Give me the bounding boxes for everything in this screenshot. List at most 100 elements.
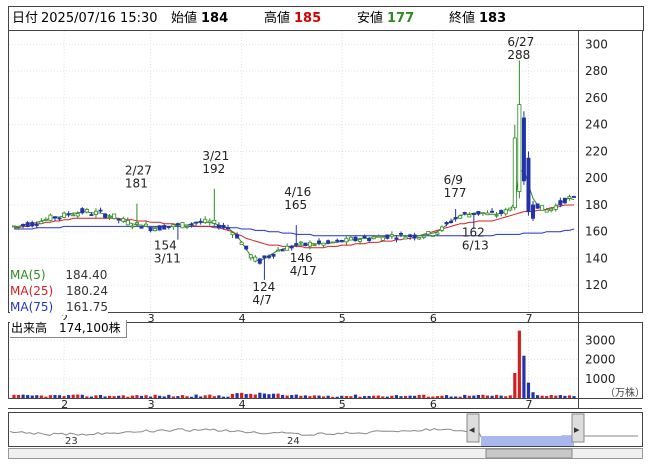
annotation-date: 6/27	[507, 35, 534, 49]
ma75-value: 161.75	[66, 300, 109, 314]
price-xtick-label: 4	[239, 312, 246, 325]
candle-body	[339, 239, 344, 243]
price-xtick-label: 7	[525, 312, 532, 325]
volume-bar	[322, 396, 326, 398]
volume-bar	[513, 373, 517, 398]
candle-body	[330, 241, 335, 244]
volume-bar	[262, 393, 266, 398]
candle-body	[180, 222, 185, 229]
volume-bar	[130, 395, 134, 398]
volume-bar	[508, 395, 512, 398]
candle-body	[430, 235, 435, 237]
volume-bar	[48, 395, 53, 398]
volume-bar	[563, 395, 567, 398]
candle-body	[34, 224, 39, 226]
candle-body	[134, 222, 139, 225]
candle-body	[276, 249, 281, 252]
candle-body	[553, 205, 558, 210]
volume-bar	[522, 355, 526, 398]
volume-bar	[103, 396, 107, 398]
volume-bar	[249, 393, 253, 398]
ma5-legend-item: MA(5) 184.40	[10, 267, 108, 283]
annotation-price: 154	[154, 239, 177, 253]
candle-body	[271, 253, 276, 257]
volume-xtick-label: 3	[148, 398, 155, 411]
candle-body	[462, 212, 467, 214]
candle-body	[389, 234, 394, 237]
volume-bar	[472, 395, 476, 398]
volume-bar	[21, 394, 25, 398]
candle-body	[480, 212, 485, 215]
ma25-legend-item: MA(25) 180.24	[10, 283, 108, 299]
annotation-price: 177	[444, 186, 467, 200]
volume-bar	[30, 395, 34, 398]
volume-bar	[490, 395, 494, 398]
volume-xtick-label: 2	[61, 398, 68, 411]
volume-bar	[139, 395, 144, 398]
candle-body	[244, 245, 249, 250]
volume-bar	[199, 396, 203, 398]
candle-body	[84, 208, 89, 213]
candles	[12, 60, 576, 280]
candle-body	[207, 220, 212, 223]
volume-bar	[499, 395, 503, 398]
scrollbar-thumb[interactable]	[485, 448, 573, 459]
candle-body	[75, 213, 80, 217]
volume-bar	[526, 382, 531, 398]
candle-body	[189, 223, 194, 226]
candle-body	[98, 209, 103, 212]
annotation-price: 162	[462, 225, 485, 239]
candle-body	[239, 241, 244, 245]
volume-bar	[549, 395, 553, 398]
candle-body	[103, 213, 108, 218]
volume-bar	[189, 396, 194, 398]
volume-xtick-label: 5	[339, 398, 346, 411]
volume-bar	[444, 395, 449, 398]
volume-bar	[230, 393, 235, 398]
price-xtick-label: 3	[148, 312, 155, 325]
moving-averages	[14, 169, 575, 262]
left-handle-arrow: ◂	[469, 423, 475, 436]
candle-body	[503, 209, 508, 215]
candle-body	[335, 239, 340, 242]
candle-body	[562, 197, 567, 204]
candle-body	[467, 214, 472, 218]
volume-label: 出来高 174,100株	[10, 320, 127, 338]
annotation-price: 146	[290, 251, 313, 265]
candle-body	[408, 234, 413, 237]
volume-tick-label: 2000	[585, 353, 616, 367]
volume-bar	[399, 396, 403, 398]
annotation-price: 165	[284, 198, 307, 212]
volume-bar	[413, 395, 417, 398]
volume-bar	[208, 394, 212, 398]
annotation-date: 6/9	[444, 173, 463, 187]
candle-body	[225, 227, 230, 230]
overview-navigator[interactable]: ◂ ▸ 23 24	[9, 413, 638, 447]
overview-selection-fill	[481, 436, 574, 446]
volume-bar	[85, 396, 89, 398]
candle-body	[71, 214, 76, 217]
candle-body	[490, 210, 495, 213]
annotations: 2/27181 3/21192 1543/11 4/16165 1244/7 1464/1…	[125, 35, 534, 307]
volume-bar	[271, 393, 276, 398]
candle-body	[148, 227, 153, 232]
candle-body	[312, 244, 317, 247]
candle-body	[89, 214, 94, 216]
candle-body	[376, 235, 381, 238]
candle-body	[294, 243, 299, 246]
stock-chart-widget: 日付 2025/07/16 15:30 始値 184 高値 185 安値 177…	[0, 0, 653, 470]
candle-body	[426, 231, 431, 235]
candle-body	[48, 214, 53, 221]
candlestick-chart[interactable]: ◂ ▸23 24 2/271813/211921543/114/161651244/…	[0, 0, 653, 470]
candle-body	[398, 232, 403, 235]
price-xtick-label: 5	[339, 312, 346, 325]
candle-body	[508, 207, 513, 211]
axes: 120 140 160 180 200 220 240 260 280 300 1000 2000 30…	[61, 37, 645, 411]
price-xtick-label: 6	[430, 312, 437, 325]
volume-bar	[171, 396, 175, 398]
volume-bar	[121, 395, 125, 398]
candle-body	[157, 225, 162, 231]
annotation-date: 6/13	[462, 238, 489, 252]
annotation-price: 181	[125, 177, 148, 191]
volume-bar	[126, 396, 130, 398]
